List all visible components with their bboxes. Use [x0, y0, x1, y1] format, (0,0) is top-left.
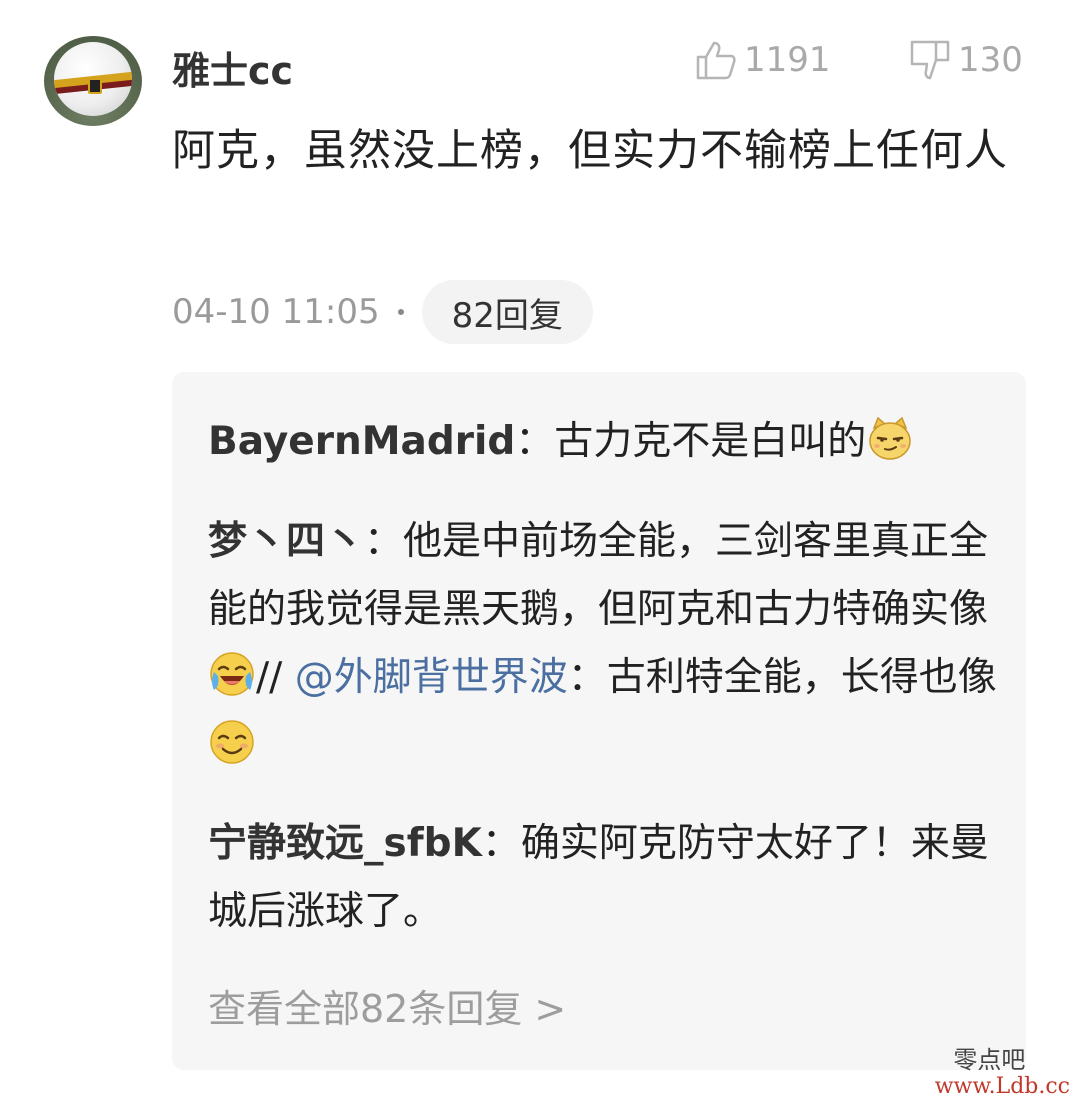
comment-timestamp: 04-10 11:05 — [172, 292, 380, 332]
thumbs-up-icon — [696, 41, 736, 80]
watermark-cn: 零点吧 — [953, 1046, 1026, 1074]
mention-separator: ： — [567, 655, 607, 700]
username[interactable]: 雅士cc — [172, 40, 293, 95]
mention-link[interactable]: @外脚背世界波 — [295, 655, 568, 700]
reply-separator: ： — [515, 419, 555, 464]
reply-text: 古力克不是白叫的 — [554, 419, 867, 464]
like-count: 1191 — [744, 40, 831, 80]
separator-dot — [397, 309, 404, 315]
reply-separator: ： — [481, 821, 521, 866]
laugh-cry-emoji — [210, 652, 254, 696]
comment-meta: 04-10 11:05 82回复 — [172, 280, 593, 344]
comment-body: 阿克，虽然没上榜，但实力不输榜上任何人 — [172, 126, 1008, 176]
dislike-button[interactable]: 130 — [908, 36, 1023, 84]
reply-author[interactable]: 梦丶四丶 — [208, 519, 364, 564]
watermark-url: www.Ldb.cc — [934, 1074, 1070, 1099]
quoted-text: 古利特全能，长得也像 — [606, 655, 997, 700]
smile-emoji — [210, 720, 254, 764]
reply-item[interactable]: BayernMadrid：古力克不是白叫的 — [208, 408, 998, 476]
soccer-ball-image — [54, 42, 132, 116]
replies-panel: BayernMadrid：古力克不是白叫的 梦丶四丶：他是中前场全能，三剑客里真… — [172, 372, 1026, 1070]
reply-count-button[interactable]: 82回复 — [421, 280, 593, 344]
comment-page: 雅士cc 1191 130 阿克，虽然没上榜，但实力不输榜上任何人 04-10 … — [0, 0, 1080, 1106]
reply-item[interactable]: 宁静致远_sfbK：确实阿克防守太好了！来曼城后涨球了。 — [208, 810, 998, 946]
reply-separator: ： — [364, 519, 404, 564]
view-all-replies-link[interactable]: 查看全部82条回复 > — [208, 978, 566, 1033]
reply-item[interactable]: 梦丶四丶：他是中前场全能，三剑客里真正全能的我觉得是黑天鹅，但阿克和古力特确实像… — [208, 508, 998, 780]
thumbs-down-icon — [910, 40, 950, 80]
quote-separator: // — [256, 655, 295, 700]
dislike-count: 130 — [958, 40, 1023, 80]
reply-author[interactable]: BayernMadrid — [208, 419, 515, 464]
reply-author[interactable]: 宁静致远_sfbK — [208, 821, 482, 866]
like-button[interactable]: 1191 — [694, 36, 831, 84]
smirk-cat-emoji — [869, 416, 912, 460]
watermark: 零点吧 www.Ldb.cc — [935, 1046, 1070, 1100]
avatar[interactable] — [44, 36, 142, 126]
